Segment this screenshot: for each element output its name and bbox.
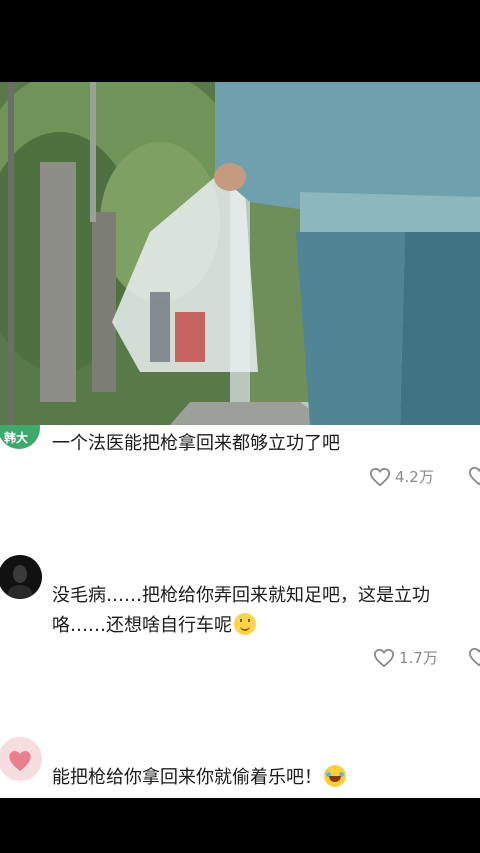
avatar-image [0,555,42,599]
avatar[interactable] [0,737,42,781]
avatar-label: 韩大 [4,431,29,445]
laugh-cry-emoji-icon [324,765,346,787]
avatar[interactable]: 韩大 [0,425,40,449]
smile-emoji-icon [234,613,256,635]
heart-icon [468,466,480,486]
like-button[interactable]: 4.2万 [369,466,434,487]
heart-icon [373,648,395,667]
comment-text: 能把枪给你拿回来你就偷着乐吧！ [52,763,464,793]
comment-text: 没毛病……把枪给你弄回来就知足吧，这是立功 咯……还想啥自行车呢 [52,581,464,641]
like-button-partial[interactable] [468,647,480,671]
comment-line: 咯……还想啥自行车呢 [52,615,232,636]
heart-icon [369,467,391,486]
like-count: 4.2万 [395,468,434,486]
comment-line-wrap: 咯……还想啥自行车呢 [52,611,464,641]
comment-line: 没毛病……把枪给你弄回来就知足吧，这是立功 [52,585,430,606]
comments-panel: 韩大 一个法医能把枪拿回来都够立功了吧 4.2万 没毛病……把枪给你弄回来就知足… [0,425,480,798]
avatar-image [0,737,42,781]
like-count: 1.7万 [399,649,438,667]
video-scene [0,82,480,425]
like-button-partial[interactable] [468,466,480,490]
comment-text: 一个法医能把枪拿回来都够立功了吧 [52,433,340,454]
bottom-black-bar [0,798,480,853]
like-button[interactable]: 1.7万 [373,647,438,668]
avatar[interactable] [0,555,42,599]
top-black-bar [0,0,480,82]
heart-icon [468,647,480,667]
comment-line: 能把枪给你拿回来你就偷着乐吧！ [52,767,322,788]
video-frame[interactable] [0,82,480,425]
